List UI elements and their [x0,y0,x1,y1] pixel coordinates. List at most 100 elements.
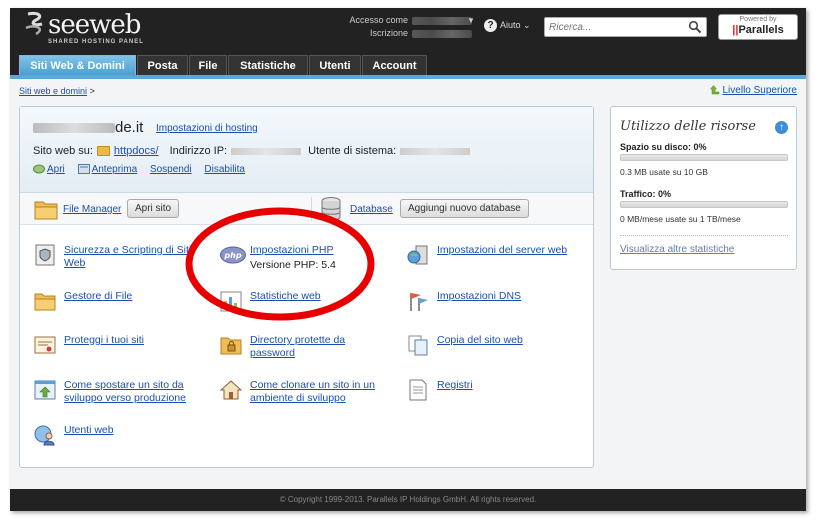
web-stats-link[interactable]: Statistiche web [250,290,321,303]
web-server-link[interactable]: Impostazioni del server web [437,244,567,257]
tab-posta[interactable]: Posta [137,55,188,75]
search-box [544,17,707,37]
preview-icon [77,164,90,175]
move-site-link[interactable]: Come spostare un sito da sviluppo verso … [64,379,194,405]
database-icon [321,197,341,221]
disk-usage-label: Spazio su disco: 0% [620,142,707,152]
house-icon [220,380,242,400]
disk-usage-bar [620,154,788,161]
folder-icon [96,146,110,157]
resource-usage-title: Utilizzo delle risorse [620,119,756,134]
search-input[interactable] [545,18,683,36]
domain-name: de.it [33,119,143,136]
users-globe-icon [34,425,55,446]
disk-usage-detail: 0.3 MB usate su 10 GB [620,167,708,177]
tab-underline [10,75,806,79]
domain-info-row: Sito web su: httpdocs/ Indirizzo IP: Uten… [33,145,474,157]
level-up-icon [709,85,719,95]
preview-link[interactable]: Anteprima [92,164,138,175]
certificate-icon [34,336,56,354]
level-up-link[interactable]: Livello Superiore [723,85,798,96]
copy-site-link[interactable]: Copia del sito web [437,334,523,347]
more-stats-link[interactable]: Visualizza altre statistiche [620,244,734,255]
httpdocs-link[interactable]: httpdocs/ [114,145,159,157]
domain-suffix: de.it [115,119,144,136]
logo-subtitle: SHARED HOSTING PANEL [48,39,144,45]
open-site-button[interactable]: Apri sito [127,199,180,218]
help-icon: ? [484,19,497,32]
file-manager-item-link[interactable]: Gestore di File [64,290,132,303]
logo-swirl-icon [25,12,43,36]
footer-copyright: © Copyright 1999-2013. Parallels IP Hold… [10,489,806,511]
tab-file[interactable]: File [189,55,227,75]
signup-label: Iscrizione [369,28,408,38]
log-document-icon [409,379,427,401]
tab-statistiche[interactable]: Statistiche [228,55,308,75]
folder-icon [34,293,56,311]
traffic-bar [620,201,788,208]
database-link[interactable]: Database [350,204,393,215]
open-link[interactable]: Apri [47,164,65,175]
help-label: Aiuto [500,20,521,30]
web-server-icon [407,245,428,265]
clone-site-link[interactable]: Come clonare un sito in un ambiente di s… [250,379,390,405]
php-settings-link[interactable]: Impostazioni PHP [250,244,333,256]
hosting-settings-link[interactable]: Impostazioni di hosting [156,123,258,134]
site-on-label: Sito web su: [33,145,93,157]
dns-link[interactable]: Impostazioni DNS [437,290,521,303]
protect-link[interactable]: Proteggi i tuoi siti [64,334,144,347]
domain-header: de.it Impostazioni di hosting Sito web s… [20,107,593,193]
breadcrumb: Siti web e domini > [19,86,95,96]
file-manager-link[interactable]: File Manager [63,204,121,215]
breadcrumb-separator: > [89,86,95,96]
help-menu[interactable]: ? Aiuto ⌄ [484,19,531,32]
suspend-link[interactable]: Sospendi [150,164,192,175]
open-icon [33,164,45,174]
add-database-button[interactable]: Aggiungi nuovo database [400,199,529,218]
domain-actions: Apri Anteprima Sospendi Disabilita [33,164,255,175]
security-link[interactable]: Sicurezza e Scripting di Siti Web [64,244,194,270]
divider [311,197,312,221]
domain-panel: de.it Impostazioni di hosting Sito web s… [19,106,594,468]
breadcrumb-link[interactable]: Siti web e domini [19,86,87,96]
tab-utenti[interactable]: Utenti [309,55,361,75]
redacted-username [412,16,472,25]
redacted-domain [33,123,115,134]
traffic-detail: 0 MB/mese usate su 1 TB/mese [620,214,741,224]
chevron-down-icon[interactable]: ▼ [467,16,475,25]
upload-window-icon [34,380,56,400]
logo-text: seeweb [48,10,141,40]
svg-text:php: php [223,251,241,260]
tab-account[interactable]: Account [362,55,427,75]
parallels-label: Parallels [738,24,784,36]
redacted-ip [231,147,302,155]
app-window: seeweb SHARED HOSTING PANEL Accesso come… [10,8,806,511]
locked-folder-icon [220,337,242,355]
copy-documents-icon [408,335,428,356]
tab-siti-web-domini[interactable]: Siti Web & Domini [19,55,136,75]
login-info[interactable]: Accesso come Iscrizione [332,14,472,40]
traffic-label: Traffico: 0% [620,189,672,199]
login-label: Accesso come [349,15,408,25]
powered-by-label: Powered by [739,16,777,23]
php-icon: php [220,246,246,264]
header: seeweb SHARED HOSTING PANEL Accesso come… [10,8,806,54]
protected-dirs-link[interactable]: Directory protette da password [250,334,390,360]
search-icon[interactable] [688,20,702,34]
folder-icon [34,201,58,220]
divider [620,235,788,236]
logs-link[interactable]: Registri [437,379,473,392]
redacted-user [400,147,471,155]
bar-chart-icon [220,291,242,312]
level-up[interactable]: Livello Superiore [709,85,798,96]
parallels-badge[interactable]: Powered by ||Parallels [718,14,798,40]
info-icon[interactable]: ↑ [775,121,788,134]
php-version: Versione PHP: 5.4 [250,259,336,271]
redacted-account [412,29,472,38]
web-users-link[interactable]: Utenti web [64,424,114,437]
disable-link[interactable]: Disabilita [204,164,245,175]
tools-row: File Manager Apri sito Database Aggiungi… [20,193,593,225]
system-user-label: Utente di sistema: [308,145,397,157]
dns-flags-icon [410,293,428,311]
resource-usage-panel: Utilizzo delle risorse ↑ Spazio su disco… [610,106,797,270]
